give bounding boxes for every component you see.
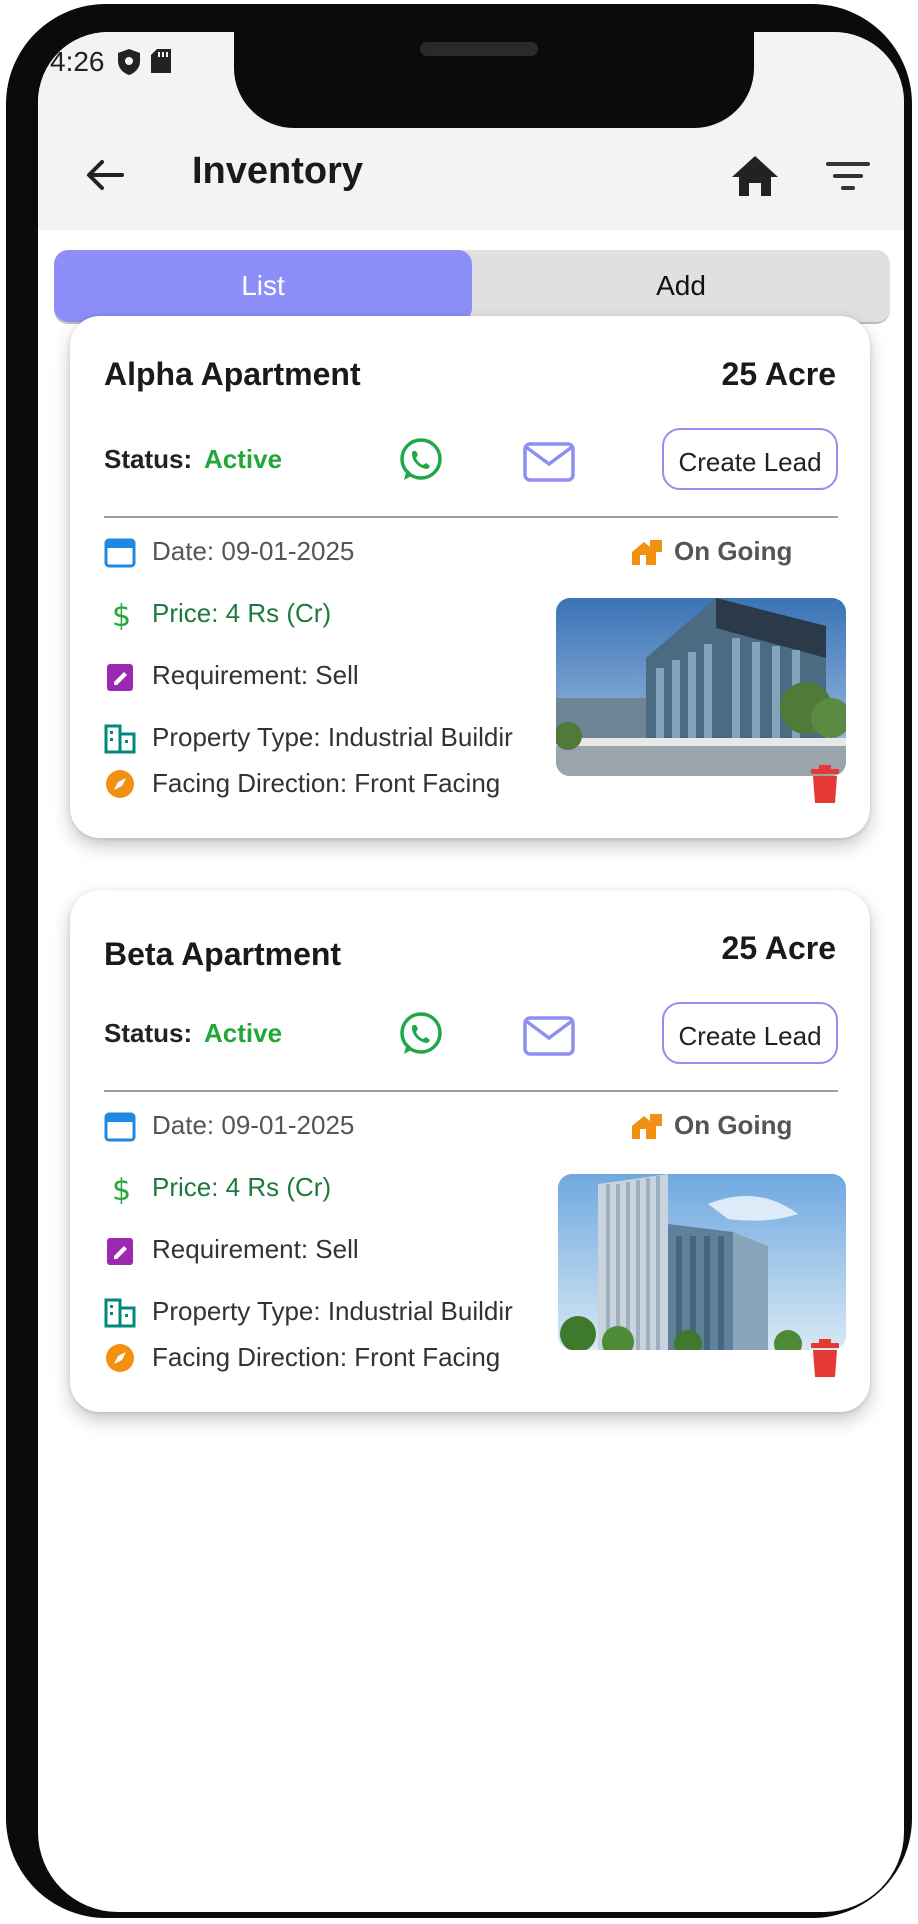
- create-lead-button[interactable]: Create Lead: [662, 1002, 838, 1064]
- progress-status: On Going: [674, 536, 793, 566]
- calendar-icon: [104, 538, 136, 568]
- phone-screen: 4:26 Inventory List Add Alpha Apartment …: [38, 32, 904, 1912]
- whatsapp-icon[interactable]: [396, 1010, 444, 1058]
- sd-card-icon: [151, 49, 171, 73]
- shield-icon: [118, 49, 140, 75]
- camera-notch: [234, 32, 754, 128]
- card-divider: [104, 1090, 838, 1092]
- dollar-icon: $: [112, 599, 131, 630]
- tab-list[interactable]: List: [54, 250, 472, 322]
- property-type-text: Property Type: Industrial Buildir: [152, 722, 513, 752]
- building-icon: [104, 724, 136, 754]
- property-type-text: Property Type: Industrial Buildir: [152, 1296, 513, 1326]
- progress-status: On Going: [674, 1110, 793, 1140]
- delete-trash-icon[interactable]: [810, 764, 840, 804]
- building-icon: [104, 1298, 136, 1328]
- property-photo: [556, 598, 846, 776]
- date-text: Date: 09-01-2025: [152, 536, 355, 566]
- clipboard-icon: [107, 664, 133, 691]
- status-label: Status:: [104, 1018, 193, 1048]
- property-photo: [558, 1174, 846, 1350]
- compass-icon: [106, 770, 134, 798]
- price-text: Price: 4 Rs (Cr): [152, 1172, 332, 1202]
- delete-trash-icon[interactable]: [810, 1338, 840, 1378]
- facing-text: Facing Direction: Front Facing: [152, 768, 501, 798]
- status-time: 4:26: [50, 46, 105, 77]
- card-divider: [104, 516, 838, 518]
- phone-frame: 4:26 Inventory List Add Alpha Apartment …: [6, 4, 912, 1918]
- page-title: Inventory: [192, 150, 364, 192]
- property-card[interactable]: Beta Apartment 25 Acre Status: Active Cr…: [70, 890, 870, 1412]
- price-text: Price: 4 Rs (Cr): [152, 598, 332, 628]
- status-value: Active: [204, 444, 283, 474]
- facing-text: Facing Direction: Front Facing: [152, 1342, 501, 1372]
- compass-icon: [106, 1344, 134, 1372]
- mail-icon[interactable]: [522, 440, 576, 484]
- tab-add[interactable]: Add: [472, 250, 890, 322]
- requirement-text: Requirement: Sell: [152, 660, 359, 690]
- property-area: 25 Acre: [721, 930, 836, 966]
- home-icon[interactable]: [726, 146, 784, 204]
- back-arrow-icon[interactable]: [78, 148, 132, 202]
- svg-text:$: $: [112, 1173, 131, 1204]
- date-text: Date: 09-01-2025: [152, 1110, 355, 1140]
- property-card[interactable]: Alpha Apartment 25 Acre Status: Active C…: [70, 316, 870, 838]
- app-bar: Inventory: [38, 122, 904, 230]
- property-name: Alpha Apartment: [104, 356, 361, 392]
- construction-home-icon: [632, 540, 662, 565]
- construction-home-icon: [632, 1114, 662, 1139]
- status-value: Active: [204, 1018, 283, 1048]
- status-label: Status:: [104, 444, 193, 474]
- dollar-icon: $: [112, 1173, 131, 1204]
- property-area: 25 Acre: [721, 356, 836, 392]
- clipboard-icon: [107, 1238, 133, 1265]
- svg-text:$: $: [112, 599, 131, 630]
- whatsapp-icon[interactable]: [396, 436, 444, 484]
- requirement-text: Requirement: Sell: [152, 1234, 359, 1264]
- create-lead-button[interactable]: Create Lead: [662, 428, 838, 490]
- mail-icon[interactable]: [522, 1014, 576, 1058]
- filter-icon[interactable]: [822, 150, 874, 202]
- property-name: Beta Apartment: [104, 936, 342, 972]
- calendar-icon: [104, 1112, 136, 1142]
- tab-bar: List Add: [54, 250, 890, 324]
